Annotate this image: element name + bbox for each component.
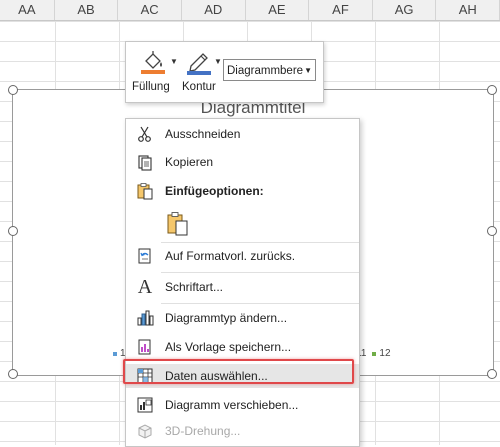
menu-item-reset-style[interactable]: Auf Formatvorl. zurücks. [126, 244, 359, 268]
font-icon: A [137, 276, 153, 298]
resize-handle-top-left[interactable] [8, 85, 18, 95]
context-menu: Ausschneiden Kopieren Einfügeoptionen: A… [125, 118, 360, 447]
column-header-ag[interactable]: AG [373, 0, 437, 20]
paint-bucket-icon [141, 51, 165, 74]
menu-item-label: Diagramm verschieben... [165, 398, 299, 412]
chevron-down-icon[interactable]: ▼ [170, 57, 178, 66]
menu-item-label: Kopieren [165, 155, 214, 169]
copy-icon [138, 155, 152, 171]
resize-handle-bottom-left[interactable] [8, 369, 18, 379]
column-header-aa[interactable]: AA [0, 0, 55, 20]
legend-entry: 1 [113, 348, 126, 359]
column-header-af[interactable]: AF [309, 0, 373, 20]
menu-separator [161, 303, 359, 304]
mini-toolbar: ▼ Füllung ▼ Kontur Diagrammbere ▼ [125, 41, 324, 103]
reset-style-icon [138, 248, 151, 264]
chevron-down-icon: ▼ [304, 66, 312, 75]
menu-item-save-as-template[interactable]: Als Vorlage speichern... [126, 335, 359, 359]
column-header-ab[interactable]: AB [55, 0, 119, 20]
menu-item-cut[interactable]: Ausschneiden [126, 122, 359, 146]
menu-item-change-chart-type[interactable]: Diagrammtyp ändern... [126, 306, 359, 330]
column-header-ae[interactable]: AE [246, 0, 310, 20]
column-header-ad[interactable]: AD [182, 0, 246, 20]
highlight-frame [123, 359, 354, 384]
rotation-3d-icon [138, 424, 152, 439]
menu-item-font[interactable]: A Schriftart... [126, 275, 359, 299]
resize-handle-top-right[interactable] [487, 85, 497, 95]
menu-item-copy[interactable]: Kopieren [126, 150, 359, 174]
menu-item-label: 3D-Drehung... [165, 424, 241, 438]
menu-item-label: Auf Formatvorl. zurücks. [165, 249, 296, 263]
resize-handle-middle-right[interactable] [487, 226, 497, 236]
menu-item-move-chart[interactable]: Diagramm verschieben... [126, 393, 359, 417]
legend-marker [113, 352, 117, 356]
paste-options-heading: Einfügeoptionen: [165, 184, 264, 198]
menu-item-label: Als Vorlage speichern... [165, 340, 292, 354]
menu-separator [161, 242, 359, 243]
paste-icon [167, 212, 188, 236]
outline-label: Kontur [182, 81, 216, 93]
save-template-icon [138, 339, 151, 355]
move-chart-icon [137, 397, 153, 413]
chevron-down-icon[interactable]: ▼ [214, 57, 222, 66]
paste-options-icon [137, 183, 153, 200]
menu-item-label: Ausschneiden [165, 127, 241, 141]
pen-outline-icon [187, 53, 211, 75]
resize-handle-middle-left[interactable] [8, 226, 18, 236]
outline-button[interactable]: ▼ Kontur [182, 47, 222, 97]
chart-element-select[interactable]: Diagrammbere ▼ [223, 59, 316, 81]
scissors-icon [138, 126, 151, 142]
legend-marker [372, 352, 377, 356]
legend-entry-12: 12 [372, 348, 391, 359]
chart-type-icon [137, 310, 154, 326]
menu-item-3d-rotation[interactable]: 3D-Drehung... [126, 419, 359, 443]
menu-item-paste[interactable] [161, 209, 195, 239]
column-header-row: AA AB AC AD AE AF AG AH [0, 0, 500, 21]
resize-handle-bottom-right[interactable] [487, 369, 497, 379]
menu-section-paste-options: Einfügeoptionen: [126, 179, 359, 203]
menu-item-label: Diagrammtyp ändern... [165, 311, 288, 325]
menu-item-label: Schriftart... [165, 280, 224, 294]
legend-right: 11 12 [356, 348, 391, 359]
column-header-ah[interactable]: AH [436, 0, 500, 20]
menu-separator [161, 272, 359, 273]
fill-button[interactable]: ▼ Füllung [132, 47, 178, 97]
fill-label: Füllung [132, 81, 170, 93]
column-header-ac[interactable]: AC [118, 0, 182, 20]
